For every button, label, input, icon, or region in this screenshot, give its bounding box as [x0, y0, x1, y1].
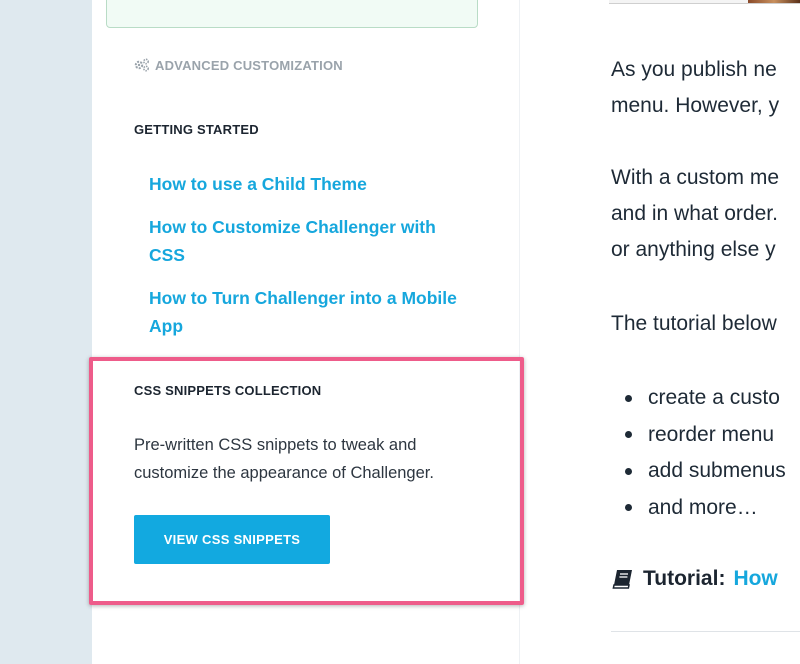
list-item: add submenus: [611, 453, 786, 490]
tutorial-label: Tutorial:: [643, 567, 726, 590]
getting-started-list: How to use a Child Theme How to Customiz…: [149, 170, 489, 355]
book-icon: [612, 570, 632, 589]
tutorial-heading: Tutorial: How: [611, 567, 778, 591]
link-child-theme[interactable]: How to use a Child Theme: [149, 170, 489, 198]
css-snippets-description: Pre-written CSS snippets to tweak and cu…: [134, 436, 434, 482]
divider: [611, 631, 800, 632]
sidebar: ADVANCED CUSTOMIZATION GETTING STARTED H…: [92, 0, 520, 664]
paragraph-2: With a custom me and in what order. or a…: [611, 166, 780, 261]
advanced-customization-label: ADVANCED CUSTOMIZATION: [155, 57, 343, 73]
paragraph-3: The tutorial below: [611, 312, 777, 335]
tutorial-link[interactable]: How: [733, 567, 777, 591]
main-content: As you publish ne menu. However, y With …: [519, 0, 800, 664]
left-gutter: [0, 0, 92, 664]
paragraph-1: As you publish ne menu. However, y: [611, 58, 780, 117]
gears-icon: [134, 58, 150, 72]
list-item: reorder menu: [611, 417, 786, 454]
article-image: [609, 0, 800, 4]
link-mobile-app[interactable]: How to Turn Challenger into a Mobile App: [149, 284, 489, 340]
feature-list: create a custo reorder menu add submenus…: [611, 380, 786, 526]
css-snippets-card: CSS SNIPPETS COLLECTION Pre-written CSS …: [92, 360, 518, 600]
link-customize-css[interactable]: How to Customize Challenger with CSS: [149, 213, 489, 269]
view-css-snippets-button[interactable]: VIEW CSS SNIPPETS: [134, 515, 330, 564]
list-item: create a custo: [611, 380, 786, 417]
notice-box: [106, 0, 478, 28]
css-snippets-heading: CSS SNIPPETS COLLECTION: [134, 383, 322, 398]
getting-started-heading: GETTING STARTED: [134, 122, 259, 137]
list-item: and more…: [611, 490, 786, 527]
advanced-customization-link[interactable]: ADVANCED CUSTOMIZATION: [134, 57, 343, 73]
